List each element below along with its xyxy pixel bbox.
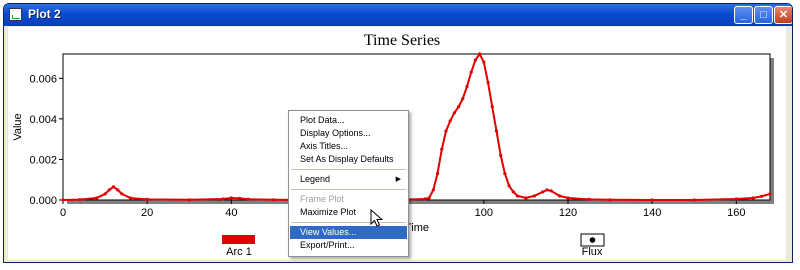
data-point — [511, 190, 515, 194]
x-tick-label: 140 — [643, 207, 661, 219]
data-point — [103, 192, 107, 196]
data-point — [541, 190, 545, 194]
data-point — [494, 129, 499, 133]
y-tick-label: 0.004 — [29, 114, 57, 126]
data-point — [78, 197, 82, 202]
submenu-arrow-icon: ▶ — [395, 176, 401, 183]
data-point — [448, 119, 452, 123]
minimize-button[interactable]: _ — [734, 6, 753, 24]
data-point — [490, 105, 494, 109]
menu-separator — [291, 169, 406, 170]
data-point — [95, 196, 99, 200]
data-point — [545, 188, 549, 192]
data-point — [482, 60, 486, 64]
data-point — [456, 105, 461, 109]
data-point — [116, 188, 120, 192]
data-point — [557, 194, 562, 198]
menu-item-legend-label: Legend — [300, 174, 331, 184]
data-point — [486, 80, 490, 84]
data-point — [229, 196, 233, 200]
data-point — [650, 198, 654, 202]
menu-item-legend[interactable]: Legend ▶ — [290, 173, 407, 186]
plot-frame — [62, 53, 771, 201]
mouse-cursor-icon — [370, 209, 384, 227]
title-bar[interactable]: Plot 2 _ □ ✕ — [4, 4, 792, 26]
data-point — [515, 194, 520, 198]
data-point — [566, 196, 570, 200]
x-tick-label: 0 — [60, 207, 66, 219]
data-point — [271, 198, 276, 202]
data-point — [608, 198, 612, 202]
data-point — [145, 197, 149, 201]
data-point — [469, 70, 473, 74]
x-tick-label: 100 — [475, 207, 493, 219]
y-axis-label: Value — [12, 113, 24, 140]
data-point — [238, 196, 242, 200]
data-point — [587, 197, 591, 201]
menu-item-export-print[interactable]: Export/Print... — [290, 239, 407, 252]
data-point — [427, 196, 431, 200]
data-point — [759, 194, 764, 198]
x-tick-label: 120 — [559, 207, 577, 219]
menu-separator — [291, 222, 406, 223]
data-point — [478, 52, 482, 56]
data-point — [187, 198, 191, 202]
menu-item-axis-titles[interactable]: Axis Titles... — [290, 140, 407, 153]
data-point — [751, 196, 755, 200]
data-point — [532, 194, 536, 198]
data-point — [503, 172, 507, 176]
menu-item-view-values[interactable]: View Values... — [290, 226, 407, 239]
data-point — [246, 197, 250, 201]
data-point — [549, 189, 553, 193]
window-title: Plot 2 — [28, 7, 61, 21]
close-button[interactable]: ✕ — [774, 6, 792, 24]
data-point — [221, 197, 225, 201]
app-icon — [9, 8, 22, 21]
data-point — [107, 188, 111, 192]
data-point — [111, 185, 116, 189]
data-point — [461, 97, 465, 101]
data-point — [128, 196, 132, 200]
data-point — [734, 197, 738, 201]
legend-swatch-arc-1 — [222, 235, 255, 244]
y-tick-label: 0.000 — [29, 195, 57, 207]
data-point — [444, 129, 448, 133]
data-point — [440, 147, 444, 151]
y-tick-label: 0.006 — [29, 73, 57, 85]
legend-label-flux: Flux — [582, 246, 603, 258]
data-point — [499, 153, 503, 157]
data-point — [465, 84, 469, 89]
x-tick-label: 20 — [141, 207, 153, 219]
menu-separator — [291, 189, 406, 190]
menu-item-display-options[interactable]: Display Options... — [290, 127, 407, 140]
plot-area[interactable]: Time Series 0.0000.0020.0040.006 0204060… — [8, 27, 786, 260]
data-point — [692, 198, 696, 202]
data-point — [423, 197, 427, 201]
chart-title: Time Series — [364, 32, 440, 49]
y-tick-label: 0.002 — [29, 154, 57, 166]
data-point — [435, 172, 440, 176]
data-point — [473, 58, 478, 62]
menu-item-maximize-plot[interactable]: Maximize Plot — [290, 206, 407, 219]
maximize-button[interactable]: □ — [754, 6, 773, 24]
x-tick-label: 40 — [225, 207, 237, 219]
data-point — [61, 198, 65, 202]
menu-item-set-display-defaults[interactable]: Set As Display Defaults — [290, 153, 407, 166]
data-point — [120, 192, 124, 196]
context-menu: Plot Data... Display Options... Axis Tit… — [288, 110, 409, 257]
data-point — [524, 196, 528, 200]
x-tick-label: 160 — [727, 207, 745, 219]
data-point — [768, 192, 772, 196]
menu-item-plot-data[interactable]: Plot Data... — [290, 114, 407, 127]
data-point — [452, 111, 456, 115]
data-point — [507, 184, 511, 188]
data-point — [431, 188, 435, 192]
menu-item-frame-plot[interactable]: Frame Plot — [290, 193, 407, 206]
plot-window: Plot 2 _ □ ✕ Time Series 0.000 0.002 0.004… — [3, 3, 793, 263]
legend-label-arc-1: Arc 1 — [226, 246, 252, 258]
legend-dot-flux — [589, 237, 596, 243]
